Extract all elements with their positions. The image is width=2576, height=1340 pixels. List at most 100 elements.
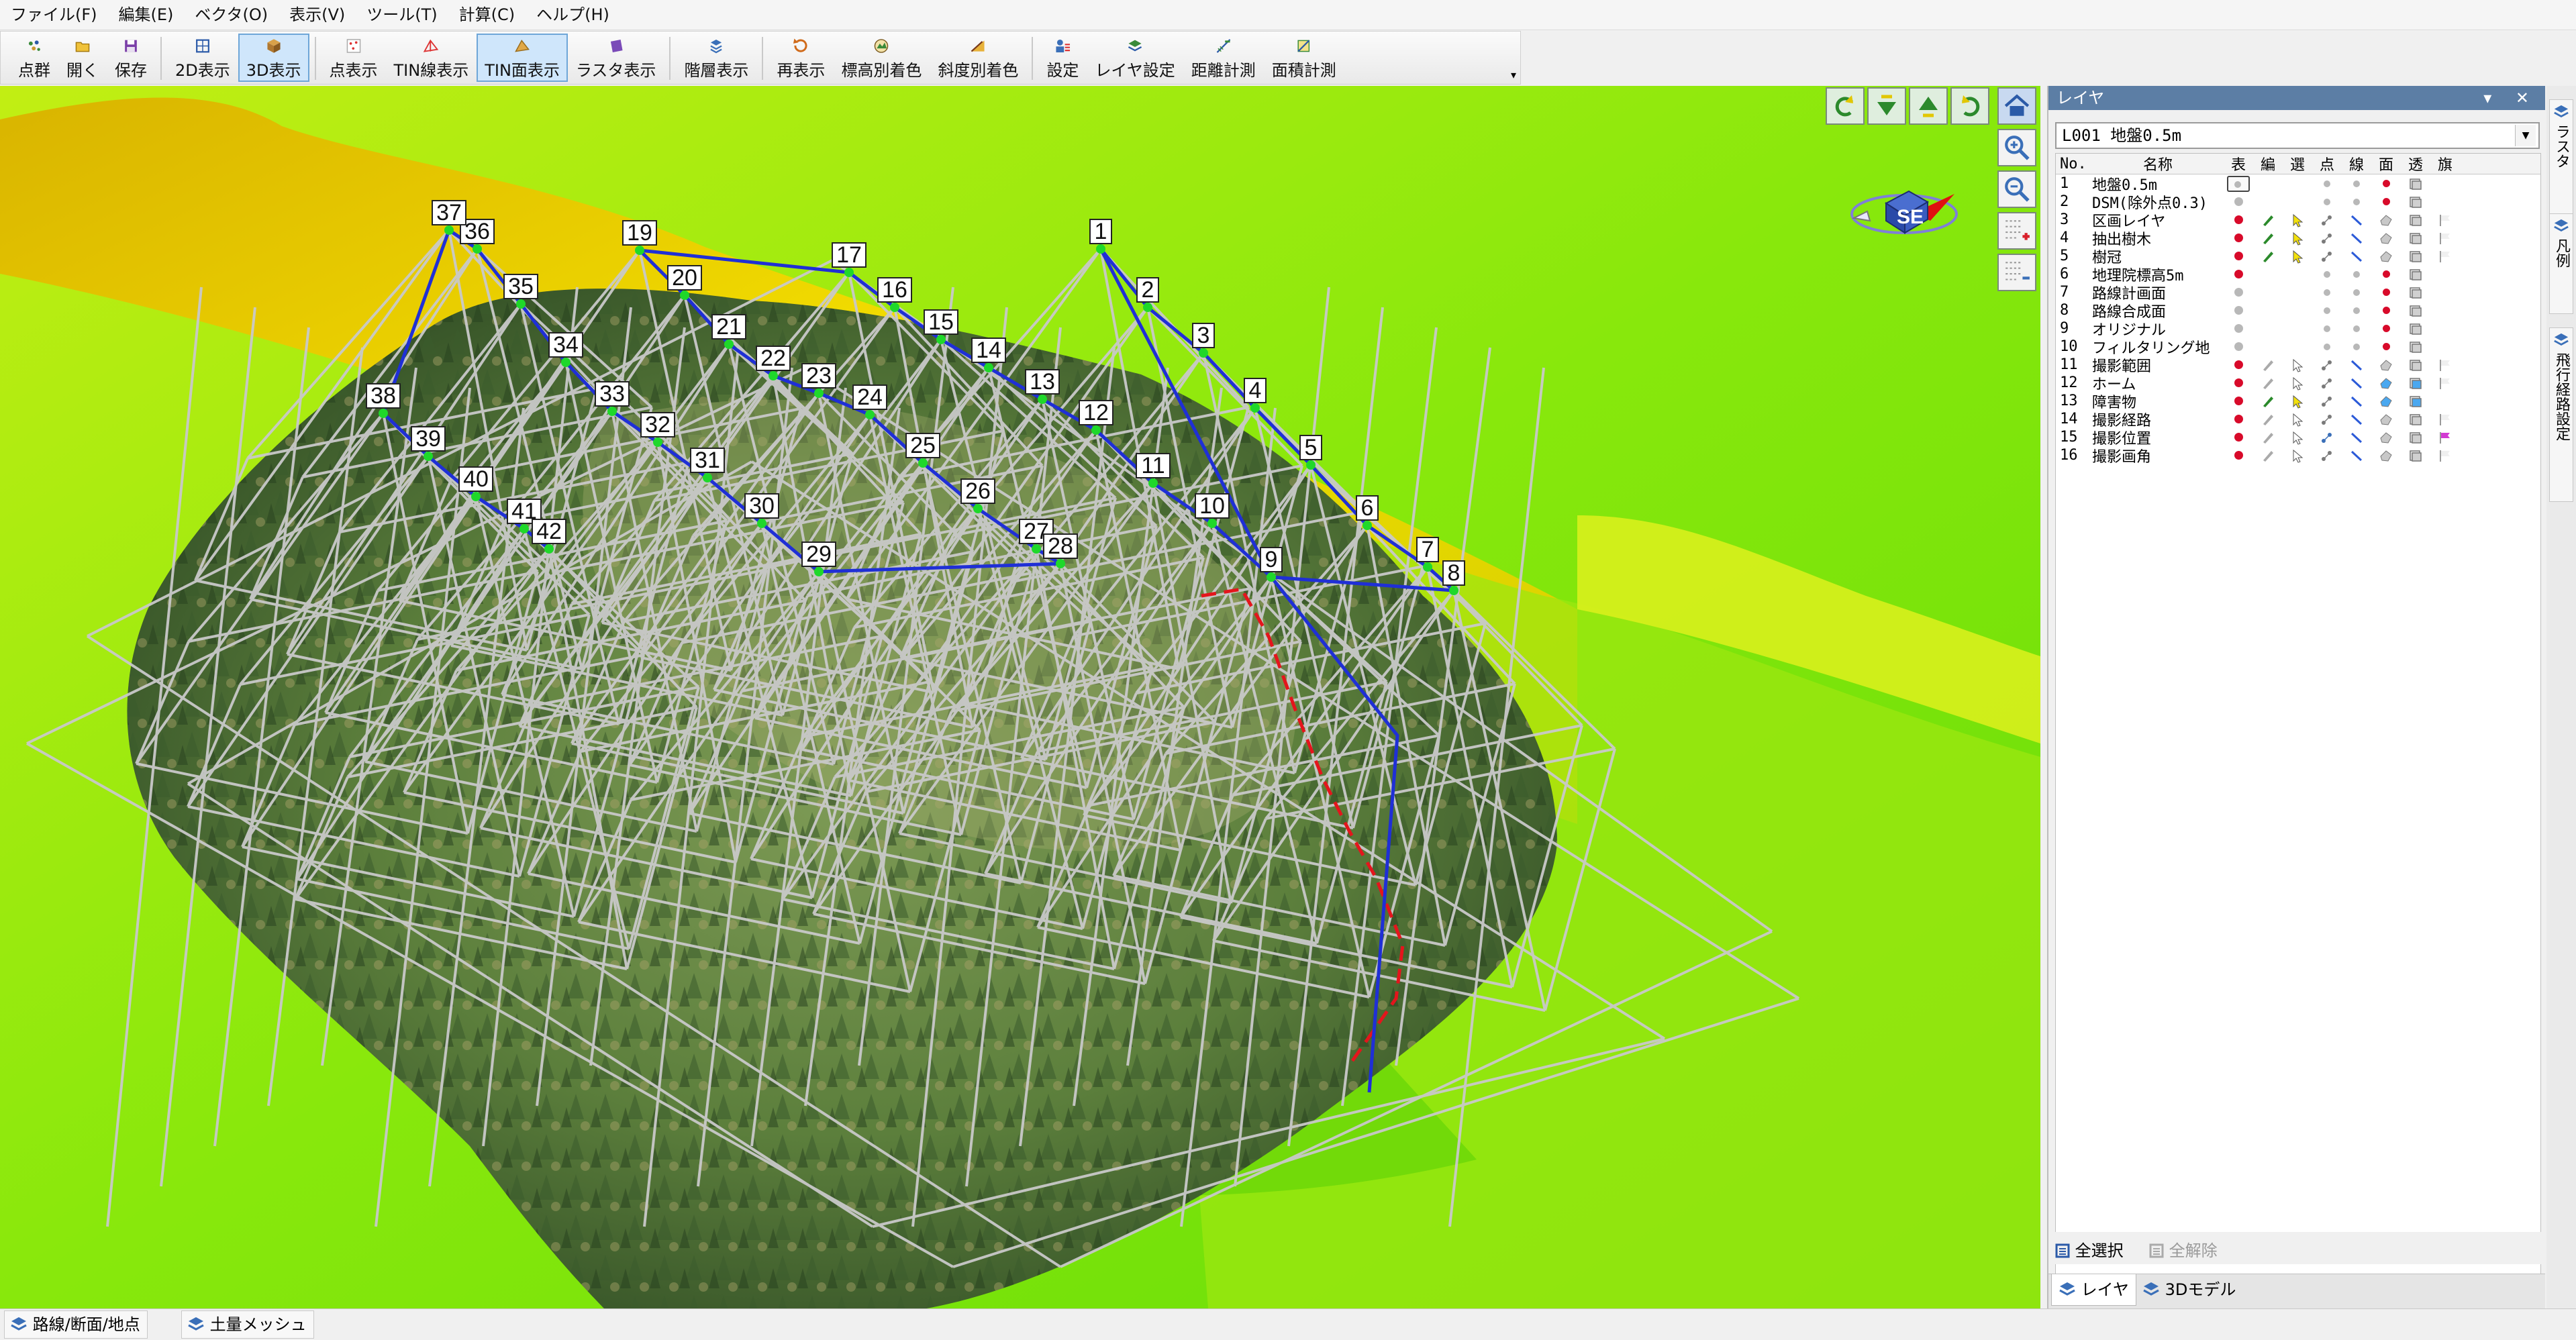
layer-point-toggle[interactable] (2312, 343, 2342, 350)
side-tab-flight-route[interactable]: 飛行経路設定 (2549, 327, 2573, 502)
layer-edit-toggle[interactable] (2253, 394, 2283, 409)
layer-select-toggle[interactable] (2283, 394, 2312, 409)
layer-point-toggle[interactable] (2312, 249, 2342, 264)
layer-flag-toggle[interactable] (2430, 448, 2460, 463)
layer-edit-toggle[interactable] (2253, 213, 2283, 227)
toolbar-button-5[interactable]: 3D表示 (238, 34, 309, 82)
menu-item-5[interactable]: 計算(C) (448, 0, 526, 30)
layer-row[interactable]: 13 障害物 (2056, 392, 2540, 411)
layer-row[interactable]: 12 ホーム (2056, 374, 2540, 393)
layer-point-toggle[interactable] (2312, 231, 2342, 246)
layer-transparency-toggle[interactable] (2401, 303, 2430, 318)
layer-face-toggle[interactable] (2371, 394, 2401, 409)
layer-face-toggle[interactable] (2371, 358, 2401, 372)
menu-item-4[interactable]: ツール(T) (356, 0, 448, 30)
layer-line-toggle[interactable] (2342, 270, 2371, 278)
toolbar-button-9[interactable]: TIN面表示 (477, 34, 568, 82)
layer-line-toggle[interactable] (2342, 249, 2371, 264)
layer-edit-toggle[interactable] (2253, 249, 2283, 264)
layer-point-toggle[interactable] (2312, 307, 2342, 314)
layer-point-toggle[interactable] (2312, 394, 2342, 409)
layer-visible-toggle[interactable] (2224, 215, 2253, 224)
layer-face-toggle[interactable] (2371, 448, 2401, 463)
layer-transparency-toggle[interactable] (2401, 412, 2430, 427)
3d-viewport[interactable]: 1 2 3 4 5 6 7 8 9 10 11 12 13 14 15 16 17 19 20 21 22 23 24 25 2… (0, 86, 2040, 1308)
layer-row[interactable]: 3 区画レイヤ (2056, 211, 2540, 230)
layer-row[interactable]: 2 DSM(除外点0.3) (2056, 193, 2540, 212)
layer-line-toggle[interactable] (2342, 325, 2371, 332)
layer-select-toggle[interactable] (2283, 231, 2312, 246)
layer-face-toggle[interactable] (2371, 412, 2401, 427)
layer-edit-toggle[interactable] (2253, 412, 2283, 427)
layer-edit-toggle[interactable] (2253, 358, 2283, 372)
toolbar-button-0[interactable]: 点群 (10, 34, 58, 82)
layer-transparency-toggle[interactable] (2401, 195, 2430, 209)
layer-row[interactable]: 15 撮影位置 (2056, 428, 2540, 448)
layer-edit-toggle[interactable] (2253, 430, 2283, 445)
layer-transparency-toggle[interactable] (2401, 249, 2430, 264)
layer-transparency-toggle[interactable] (2401, 358, 2430, 372)
layer-point-toggle[interactable] (2312, 325, 2342, 332)
layer-line-toggle[interactable] (2342, 412, 2371, 427)
layer-select-toggle[interactable] (2283, 249, 2312, 264)
toolbar-button-21[interactable]: 面積計測 (1264, 34, 1344, 82)
layer-flag-toggle[interactable] (2430, 231, 2460, 246)
toolbar-button-4[interactable]: 2D表示 (167, 34, 238, 82)
layer-transparency-toggle[interactable] (2401, 394, 2430, 409)
layer-face-toggle[interactable] (2371, 376, 2401, 391)
layer-visible-toggle[interactable] (2224, 324, 2253, 333)
layer-row[interactable]: 16 撮影画角 (2056, 446, 2540, 466)
layer-transparency-toggle[interactable] (2401, 340, 2430, 354)
layer-face-toggle[interactable] (2371, 231, 2401, 246)
layer-edit-toggle[interactable] (2253, 376, 2283, 391)
layer-face-toggle[interactable] (2371, 180, 2401, 187)
layer-transparency-toggle[interactable] (2401, 376, 2430, 391)
chevron-down-icon[interactable]: ▼ (2515, 125, 2536, 146)
layer-visible-toggle[interactable] (2224, 175, 2253, 192)
layer-line-toggle[interactable] (2342, 289, 2371, 296)
layer-line-toggle[interactable] (2342, 198, 2371, 205)
layer-face-toggle[interactable] (2371, 270, 2401, 278)
tilt-down-button[interactable] (1867, 87, 1906, 125)
layer-face-toggle[interactable] (2371, 430, 2401, 445)
layer-point-toggle[interactable] (2312, 180, 2342, 187)
layer-line-toggle[interactable] (2342, 394, 2371, 409)
home-view-button[interactable] (1997, 87, 2036, 125)
layer-row[interactable]: 7 路線計画面 (2056, 283, 2540, 303)
layer-visible-toggle[interactable] (2224, 378, 2253, 387)
layer-face-toggle[interactable] (2371, 289, 2401, 296)
rotate-right-button[interactable] (1950, 87, 1989, 125)
layer-flag-toggle[interactable] (2430, 358, 2460, 372)
layer-row[interactable]: 8 路線合成面 (2056, 301, 2540, 321)
layer-line-toggle[interactable] (2342, 448, 2371, 463)
toolbar-overflow-icon[interactable]: ▾ (1511, 68, 1516, 81)
layer-point-toggle[interactable] (2312, 198, 2342, 205)
layer-select-toggle[interactable] (2283, 376, 2312, 391)
layer-row[interactable]: 14 撮影経路 (2056, 410, 2540, 429)
layer-point-toggle[interactable] (2312, 412, 2342, 427)
rotate-left-button[interactable] (1826, 87, 1865, 125)
scale-up-button[interactable] (1997, 212, 2036, 250)
layer-visible-toggle[interactable] (2224, 342, 2253, 351)
layer-visible-toggle[interactable] (2224, 415, 2253, 423)
deselect-all-button[interactable]: 全解除 (2149, 1237, 2218, 1261)
layer-select-toggle[interactable] (2283, 358, 2312, 372)
toolbar-button-15[interactable]: 標高別着色 (833, 34, 930, 82)
layer-edit-toggle[interactable] (2253, 448, 2283, 463)
layer-visible-toggle[interactable] (2224, 433, 2253, 442)
tilt-up-button[interactable] (1909, 87, 1948, 125)
layer-transparency-toggle[interactable] (2401, 213, 2430, 227)
layer-line-toggle[interactable] (2342, 180, 2371, 187)
layer-visible-toggle[interactable] (2224, 397, 2253, 405)
layer-select-toggle[interactable] (2283, 430, 2312, 445)
side-tab-raster[interactable]: ラスタ (2549, 99, 2573, 220)
layer-face-toggle[interactable] (2371, 307, 2401, 314)
current-layer-select[interactable]: L001 地盤0.5m ▼ (2055, 122, 2540, 149)
layer-edit-toggle[interactable] (2253, 231, 2283, 246)
layer-visible-toggle[interactable] (2224, 451, 2253, 460)
layer-face-toggle[interactable] (2371, 249, 2401, 264)
panel-window-buttons[interactable]: ▾ ✕ (2483, 86, 2538, 110)
toolbar-button-10[interactable]: ラスタ表示 (568, 34, 664, 82)
tab-3d-model[interactable]: 3Dモデル (2136, 1274, 2242, 1305)
layer-point-toggle[interactable] (2312, 270, 2342, 278)
